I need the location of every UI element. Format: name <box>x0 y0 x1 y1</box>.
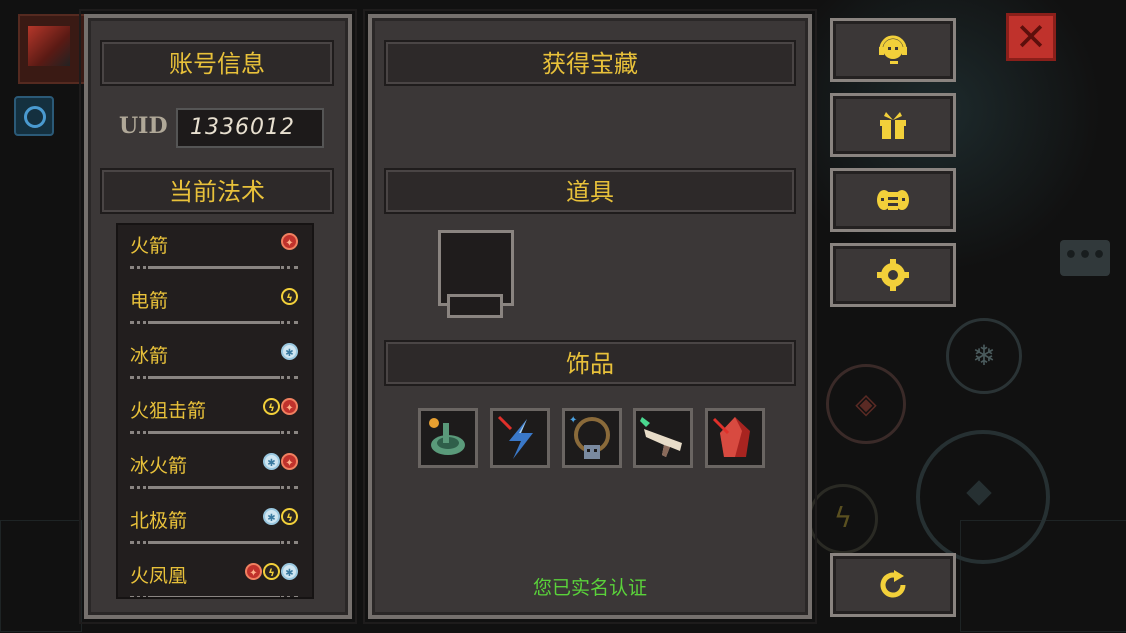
spell-item[interactable]: 北极箭 ✱ ϟ <box>118 500 312 555</box>
props-header: 道具 <box>384 168 796 214</box>
accessory-slot[interactable] <box>418 408 478 468</box>
bee-button[interactable] <box>830 168 956 232</box>
ice-element-icon: ✱ <box>281 343 298 360</box>
accessories-header: 饰品 <box>384 340 796 386</box>
minimap-button[interactable] <box>14 96 54 136</box>
gift-icon <box>880 112 906 139</box>
account-header: 账号信息 <box>100 40 334 86</box>
thunder-icon: ϟ <box>833 501 853 534</box>
treasure-panel <box>363 9 817 624</box>
thunder-element-icon: ϟ <box>263 563 280 580</box>
fire-element-icon: ✦ <box>245 563 262 580</box>
bee-icon <box>877 190 909 210</box>
spell-name: 北极箭 <box>130 510 188 532</box>
spell-name: 冰火箭 <box>130 455 188 477</box>
thunder-element-icon: ϟ <box>281 508 298 525</box>
spell-elements: ϟ ✦ <box>263 398 298 415</box>
divider <box>130 376 298 382</box>
spell-elements: ϟ <box>281 288 298 305</box>
treasure-header: 获得宝藏 <box>384 40 796 86</box>
red-crystal-icon <box>712 417 750 457</box>
refresh-icon <box>880 570 906 598</box>
settings-button[interactable] <box>830 243 956 307</box>
ice-element-icon: ✱ <box>263 453 280 470</box>
divider <box>130 431 298 437</box>
thunder-element-icon: ϟ <box>263 398 280 415</box>
customer-service-icon <box>879 35 907 64</box>
chat-icon: ••• <box>1063 243 1107 268</box>
lightning-bolt-charm-icon <box>497 415 533 459</box>
spell-name: 火狙击箭 <box>130 400 207 422</box>
spell-item[interactable]: 电箭 ϟ <box>118 280 312 335</box>
spell-elements: ✱ ✦ <box>263 453 298 470</box>
skull-necklace-icon: ✦ <box>569 415 610 459</box>
spell-name: 电箭 <box>130 290 169 312</box>
fire-element-icon: ✦ <box>281 233 298 250</box>
real-name-verified-text: 您已实名认证 <box>532 577 647 599</box>
divider <box>130 596 298 597</box>
gift-button[interactable] <box>830 93 956 157</box>
bone-horn-icon <box>640 417 682 457</box>
spell-name: 火凤凰 <box>130 565 188 587</box>
spell-elements: ✦ <box>281 233 298 250</box>
ice-element-icon: ✱ <box>263 508 280 525</box>
chat-button[interactable]: ••• <box>1060 240 1110 276</box>
spell-name: 冰箭 <box>130 345 169 367</box>
accessory-slot[interactable] <box>633 408 693 468</box>
refresh-button[interactable] <box>830 553 956 617</box>
snowflake-icon: ❄ <box>972 339 996 372</box>
spell-elements: ✱ <box>281 343 298 360</box>
accessory-slot[interactable]: ✦ <box>562 408 622 468</box>
player-avatar[interactable] <box>18 14 88 84</box>
thunder-element-icon: ϟ <box>281 288 298 305</box>
background-wall-tile <box>0 520 82 632</box>
fire-icon: ◈ <box>855 387 877 420</box>
fire-element-icon: ✦ <box>281 453 298 470</box>
divider <box>130 541 298 547</box>
close-icon: ✕ <box>1015 15 1047 59</box>
accessory-slot[interactable] <box>705 408 765 468</box>
skill-button-ice[interactable]: ❄ <box>946 318 1022 394</box>
coiled-snake-amulet-icon <box>429 418 465 455</box>
movement-joystick[interactable] <box>916 430 1050 564</box>
divider <box>130 486 298 492</box>
item-slot-tab <box>447 294 503 318</box>
spells-header: 当前法术 <box>100 168 334 214</box>
svg-text:✦: ✦ <box>569 415 577 426</box>
skill-button-fire[interactable]: ◈ <box>826 364 906 444</box>
close-button[interactable]: ✕ <box>1006 13 1056 61</box>
fire-element-icon: ✦ <box>281 398 298 415</box>
uid-value[interactable]: 1336012 <box>176 108 324 148</box>
spell-item[interactable]: 冰箭 ✱ <box>118 335 312 390</box>
divider <box>130 266 298 272</box>
uid-label: UID <box>119 113 168 139</box>
spell-item[interactable]: 火凤凰 ✦ ϟ ✱ <box>118 555 312 597</box>
accessory-slot[interactable] <box>490 408 550 468</box>
spell-item[interactable]: 冰火箭 ✱ ✦ <box>118 445 312 500</box>
skill-button-thunder[interactable]: ϟ <box>808 484 878 554</box>
settings-gear-icon <box>877 259 909 291</box>
ice-element-icon: ✱ <box>281 563 298 580</box>
spell-elements: ✱ ϟ <box>263 508 298 525</box>
spell-elements: ✦ ϟ ✱ <box>245 563 298 580</box>
spell-item[interactable]: 火狙击箭 ϟ ✦ <box>118 390 312 445</box>
customer-service-button[interactable] <box>830 18 956 82</box>
spell-name: 火箭 <box>130 235 169 257</box>
joystick-knob[interactable] <box>966 480 992 506</box>
spell-list[interactable]: 火箭 ✦ 电箭 ϟ 冰箭 ✱ 火狙击箭 ϟ ✦ 冰火箭 ✱ ✦ 北极箭 ✱ ϟ … <box>116 223 314 599</box>
spell-item[interactable]: 火箭 ✦ <box>118 225 312 280</box>
divider <box>130 321 298 327</box>
